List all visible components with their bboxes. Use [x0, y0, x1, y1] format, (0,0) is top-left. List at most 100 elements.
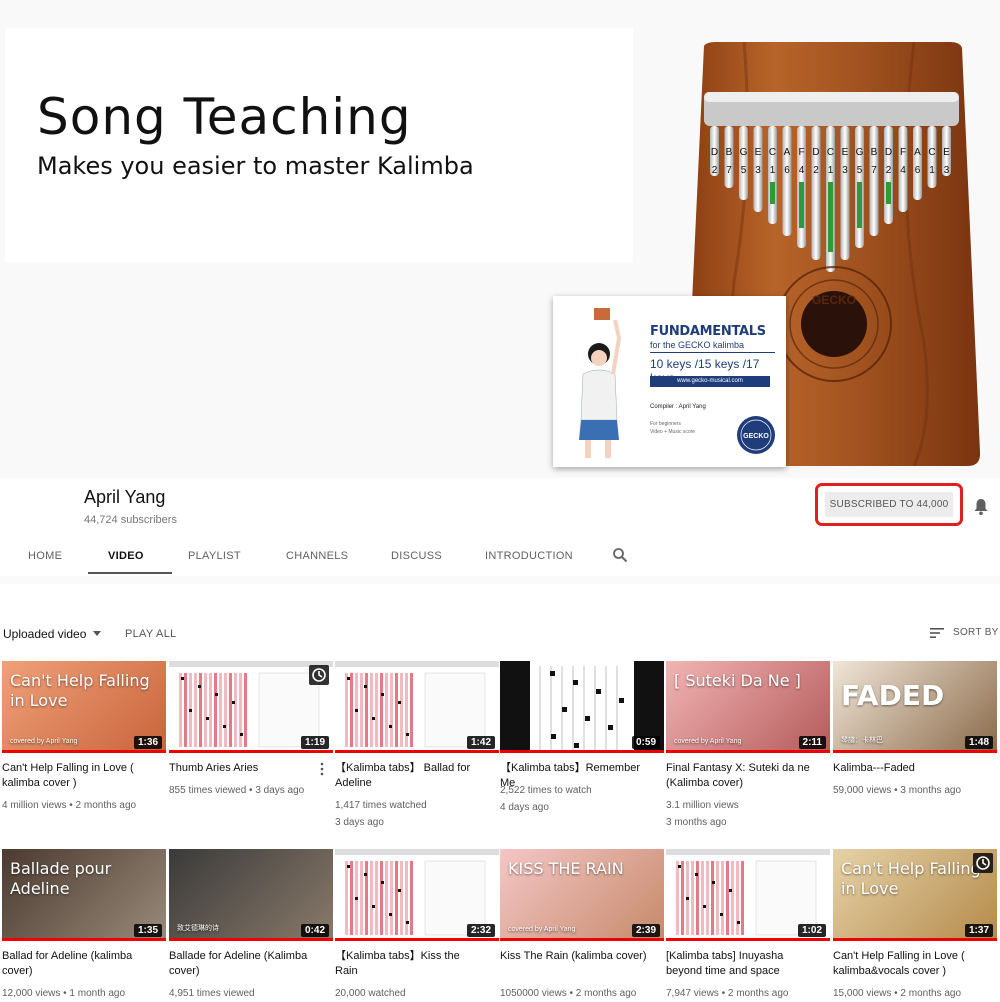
- video-thumbnail[interactable]: FADED 琴譜：卡林巴 1:48: [833, 661, 997, 753]
- kalimba-number-label: 3: [842, 165, 848, 176]
- video-title[interactable]: 【Kalimba tabs】 Ballad for Adeline: [335, 761, 485, 791]
- video-title[interactable]: Ballad for Adeline (kalimba cover): [2, 949, 152, 979]
- thumbnail-caption: covered by April Yang: [10, 738, 78, 745]
- video-thumbnail[interactable]: [ Suteki Da Ne ] covered by April Yang 2:1…: [666, 661, 830, 753]
- video-thumbnail[interactable]: KISS THE RAIN covered by April Yang 2:39: [500, 849, 664, 941]
- video-duration: 0:42: [300, 924, 329, 937]
- video-meta: 855 times viewed • 3 days ago: [169, 785, 305, 796]
- video-title[interactable]: Can't Help Falling in Love ( kalimba cov…: [2, 761, 152, 791]
- kalimba-tine: [913, 126, 922, 200]
- kalimba-number-label: 7: [726, 165, 732, 176]
- kalimba-note-label: B: [871, 147, 878, 158]
- kalimba-note-label: D: [885, 147, 892, 158]
- tab-playlist[interactable]: PLAYLIST: [188, 550, 241, 562]
- subscribe-button[interactable]: SUBSCRIBED TO 44,000: [825, 492, 953, 517]
- video-duration: 1:02: [797, 924, 826, 937]
- kalimba-note-label: C: [928, 147, 935, 158]
- video-duration: 2:11: [798, 736, 826, 749]
- channel-name[interactable]: April Yang: [84, 487, 165, 508]
- video-thumbnail[interactable]: 1:19: [169, 661, 333, 753]
- kalimba-number-label: 2: [886, 165, 892, 176]
- video-title[interactable]: Thumb Aries Aries: [169, 761, 319, 776]
- thumbnail-title-text: Can't Help Falling in Love: [10, 671, 150, 710]
- watch-later-icon[interactable]: [973, 853, 993, 873]
- booklet-url: www.gecko-musical.com: [650, 376, 770, 387]
- video-meta-date: 3 days ago: [335, 817, 384, 828]
- channel-tabs: HOME VIDEO PLAYLIST CHANNELS DISCUSS INT…: [0, 540, 1000, 576]
- watch-progress-bar: [2, 938, 166, 941]
- video-meta: 20,000 watched: [335, 988, 406, 999]
- video-title[interactable]: 【Kalimba tabs】Kiss the Rain: [335, 949, 485, 979]
- kalimba-tine-marker: [857, 182, 862, 228]
- video-meta-date: 4 days ago: [500, 802, 549, 813]
- video-thumbnail[interactable]: 1:42: [335, 661, 499, 753]
- kalimba-note-label: C: [827, 147, 834, 158]
- video-thumbnail[interactable]: Can't Help Falling in Love covered by Apr…: [2, 661, 166, 753]
- video-thumbnail[interactable]: 1:02: [666, 849, 830, 941]
- thumbnail-title-text: FADED: [841, 679, 945, 712]
- chevron-down-icon[interactable]: [93, 631, 101, 636]
- channel-banner: Song Teaching Makes you easier to master…: [0, 0, 1000, 478]
- video-duration: 1:36: [133, 736, 162, 749]
- search-icon[interactable]: [612, 547, 628, 563]
- video-thumbnail[interactable]: 致艾德琳的诗 0:42: [169, 849, 333, 941]
- kalimba-note-label: B: [726, 147, 733, 158]
- tab-introduction[interactable]: INTRODUCTION: [485, 550, 573, 562]
- video-title[interactable]: Kiss The Rain (kalimba cover): [500, 949, 650, 964]
- video-meta: 4 million views • 2 months ago: [2, 800, 137, 811]
- video-duration: 1:35: [133, 924, 162, 937]
- kalimba-note-label: E: [755, 147, 762, 158]
- notification-bell-icon[interactable]: [973, 498, 989, 516]
- video-thumbnail[interactable]: Ballade pour Adeline 1:35: [2, 849, 166, 941]
- banner-subtitle: Makes you easier to master Kalimba: [37, 152, 474, 180]
- video-thumbnail[interactable]: Can't Help Falling in Love 1:37: [833, 849, 997, 941]
- kalimba-number-label: 6: [784, 165, 790, 176]
- video-thumbnail[interactable]: 2:32: [335, 849, 499, 941]
- booklet-small-1: For beginners: [650, 421, 681, 427]
- kalimba-number-label: 5: [741, 165, 747, 176]
- tab-video[interactable]: VIDEO: [108, 550, 144, 562]
- booklet-small-print: For beginners Video + Music score: [650, 420, 695, 436]
- video-title[interactable]: Kalimba---Faded: [833, 761, 983, 776]
- watch-progress-bar: [666, 938, 830, 941]
- video-meta: 2,522 times to watch: [500, 785, 592, 796]
- booklet-small-2: Video + Music score: [650, 429, 696, 435]
- more-options-icon[interactable]: [320, 762, 324, 776]
- kalimba-tine: [739, 126, 748, 200]
- video-title[interactable]: Final Fantasy X: Suteki da ne (Kalimba c…: [666, 761, 816, 791]
- tab-discuss[interactable]: DISCUSS: [391, 550, 442, 562]
- video-thumbnail[interactable]: 0:59: [500, 661, 664, 753]
- watch-progress-bar: [666, 750, 830, 753]
- video-meta: 1,417 times watched: [335, 800, 427, 811]
- video-title[interactable]: Ballade for Adeline (Kalimba cover): [169, 949, 319, 979]
- video-title[interactable]: [Kalimba tabs] Inuyasha beyond time and …: [666, 949, 816, 979]
- video-duration: 1:37: [964, 924, 993, 937]
- thumbnail-caption: 琴譜：卡林巴: [841, 737, 883, 744]
- sort-icon[interactable]: [930, 627, 944, 639]
- video-title[interactable]: Can't Help Falling in Love ( kalimba&voc…: [833, 949, 983, 979]
- video-duration: 1:19: [300, 736, 329, 749]
- booklet-photo: [579, 308, 622, 458]
- gecko-logo: GECKO: [737, 416, 775, 454]
- kalimba-tine-marker: [799, 182, 804, 228]
- sort-by-button[interactable]: SORT BY: [953, 627, 999, 638]
- video-duration: 2:39: [631, 924, 660, 937]
- tab-channels[interactable]: CHANNELS: [286, 550, 348, 562]
- thumbnail-title-text: KISS THE RAIN: [508, 859, 624, 878]
- kalimba-tine: [782, 126, 792, 236]
- watch-progress-bar: [335, 938, 499, 941]
- watch-later-icon[interactable]: [309, 665, 329, 685]
- booklet-subtitle: for the GECKO kalimba: [650, 340, 745, 350]
- subscriber-count: 44,724 subscribers: [84, 514, 177, 526]
- video-meta: 15,000 views • 2 months ago: [833, 988, 962, 999]
- kalimba-note-label: A: [784, 147, 791, 158]
- play-all-button[interactable]: PLAY ALL: [125, 628, 177, 640]
- kalimba-note-label: F: [900, 147, 906, 158]
- uploaded-video-dropdown[interactable]: Uploaded video: [3, 627, 86, 641]
- tab-home[interactable]: HOME: [28, 550, 62, 562]
- kalimba-number-label: 3: [944, 165, 950, 176]
- video-duration: 0:59: [631, 736, 660, 749]
- video-meta: 4,951 times viewed: [169, 988, 255, 999]
- thumbnail-title-text: Can't Help Falling in Love: [841, 859, 981, 898]
- kalimba-number-label: 7: [871, 165, 877, 176]
